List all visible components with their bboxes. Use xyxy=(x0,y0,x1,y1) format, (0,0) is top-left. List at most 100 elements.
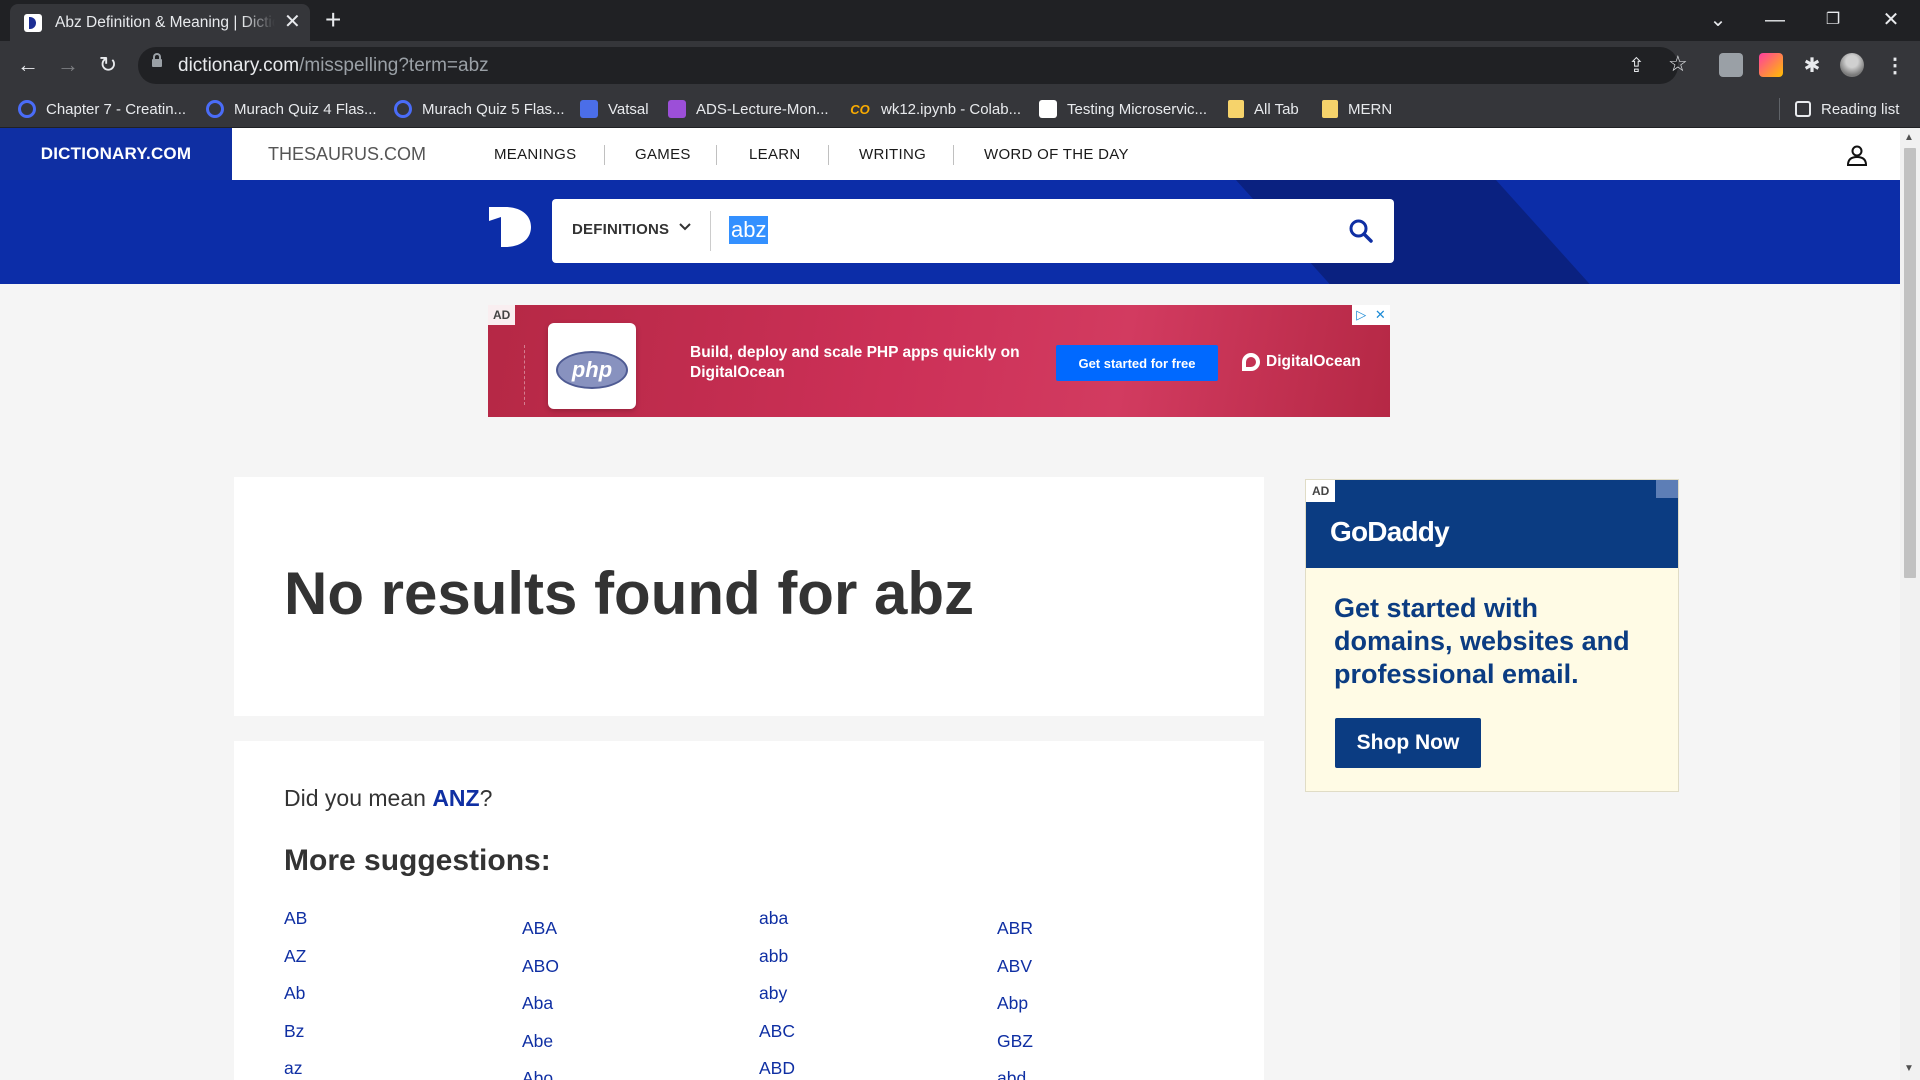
play-icon xyxy=(668,100,686,118)
suggestion-column: ABA ABO Aba Abe Abo xyxy=(522,917,559,1080)
extension-profile-icon[interactable] xyxy=(1719,53,1743,77)
bookmark-item[interactable]: Testing Microservic... xyxy=(1039,99,1207,119)
tab-close-icon[interactable]: ✕ xyxy=(284,12,301,32)
quizlet-icon xyxy=(206,100,224,118)
search-input[interactable]: abz xyxy=(729,216,769,244)
folder-icon xyxy=(1322,100,1338,118)
nav-meanings[interactable]: MEANINGS xyxy=(494,128,576,180)
ad-sidebar-godaddy[interactable]: AD GoDaddy Get started with domains, web… xyxy=(1305,479,1679,792)
searched-term: abz xyxy=(873,560,975,627)
reading-list-button[interactable]: Reading list xyxy=(1795,99,1899,119)
extension-w-icon[interactable] xyxy=(1759,53,1783,77)
tab-search-icon[interactable]: ⌄ xyxy=(1698,6,1738,34)
suggestion-link[interactable]: GBZ xyxy=(997,1030,1033,1068)
suggestion-link[interactable]: az xyxy=(284,1057,307,1080)
nav-divider xyxy=(953,145,954,165)
suggestions-card: Did you mean ANZ? More suggestions: AB A… xyxy=(234,741,1264,1080)
browser-tab[interactable]: Abz Definition & Meaning | Dictionary.co… xyxy=(10,4,310,41)
reading-list-icon xyxy=(1795,101,1811,117)
scroll-thumb[interactable] xyxy=(1904,148,1916,578)
minimize-icon[interactable]: — xyxy=(1755,6,1795,34)
bookmark-item[interactable]: Chapter 7 - Creatin... xyxy=(18,99,186,119)
chevron-down-icon[interactable] xyxy=(678,220,692,234)
godaddy-logo: GoDaddy xyxy=(1330,516,1450,547)
nav-writing[interactable]: WRITING xyxy=(859,128,926,180)
avatar[interactable] xyxy=(1840,53,1864,77)
suggestion-link[interactable]: ABO xyxy=(522,955,559,993)
bookmark-item[interactable]: ADS-Lecture-Mon... xyxy=(668,99,829,119)
tab-title: Abz Definition & Meaning | Dictionary.co… xyxy=(55,14,275,31)
kebab-menu-icon[interactable]: ⋮ xyxy=(1883,53,1907,77)
nav-games[interactable]: GAMES xyxy=(635,128,691,180)
reload-icon[interactable]: ↻ xyxy=(93,51,123,79)
bookmark-item[interactable]: Murach Quiz 5 Flas... xyxy=(394,99,565,119)
share-icon[interactable]: ⇪ xyxy=(1628,53,1645,78)
ad-choices-icon[interactable] xyxy=(1656,480,1678,498)
suggestion-link[interactable]: ABR xyxy=(997,917,1033,955)
lock-icon xyxy=(152,53,162,67)
suggestion-link[interactable]: ABD xyxy=(759,1057,795,1080)
suggestion-link[interactable]: abb xyxy=(759,945,795,983)
dictionary-brand-link[interactable]: DICTIONARY.COM xyxy=(0,128,232,180)
ad-headline: Get started with domains, websites and p… xyxy=(1334,593,1630,689)
suggestion-link[interactable]: ABC xyxy=(759,1020,795,1058)
nav-word-of-the-day[interactable]: WORD OF THE DAY xyxy=(984,128,1129,180)
suggestion-link[interactable]: abd xyxy=(997,1067,1033,1080)
user-account-icon[interactable] xyxy=(1846,144,1868,166)
dictionary-d-logo-icon[interactable] xyxy=(485,203,533,251)
colab-icon: CO xyxy=(850,101,870,117)
suggestion-link[interactable]: Abo xyxy=(522,1067,559,1080)
shop-now-button[interactable]: Shop Now xyxy=(1335,718,1481,768)
ad-choices-icon[interactable]: ▷ ✕ xyxy=(1352,305,1390,325)
browser-toolbar: ← → ↻ dictionary.com/misspelling?term=ab… xyxy=(0,41,1920,90)
suggestion-link[interactable]: Abe xyxy=(522,1030,559,1068)
search-icon[interactable] xyxy=(1348,218,1374,244)
suggestion-link[interactable]: AB xyxy=(284,907,307,945)
suggestion-link[interactable]: Ab xyxy=(284,982,307,1020)
suggestion-link[interactable]: Aba xyxy=(522,992,559,1030)
nav-divider xyxy=(828,145,829,165)
nav-divider xyxy=(716,145,717,165)
url-text[interactable]: dictionary.com/misspelling?term=abz xyxy=(178,55,489,77)
suggestion-link[interactable]: AZ xyxy=(284,945,307,983)
quizlet-icon xyxy=(18,100,36,118)
bookmark-folder[interactable]: All Tab xyxy=(1228,99,1299,119)
address-bar[interactable]: dictionary.com/misspelling?term=abz ⇪ ☆ xyxy=(138,47,1688,84)
bookmark-item[interactable]: Murach Quiz 4 Flas... xyxy=(206,99,377,119)
did-you-mean: Did you mean ANZ? xyxy=(284,785,493,811)
new-tab-button[interactable]: + xyxy=(325,6,341,34)
php-logo-icon: php xyxy=(556,351,628,389)
back-arrow-icon[interactable]: ← xyxy=(13,51,43,79)
bookmark-folder[interactable]: MERN xyxy=(1322,99,1392,119)
suggestion-column: ABR ABV Abp GBZ abd xyxy=(997,917,1033,1080)
bookmark-star-icon[interactable]: ☆ xyxy=(1668,51,1688,77)
bookmark-item[interactable]: CO wk12.ipynb - Colab... xyxy=(849,99,1021,119)
forward-arrow-icon[interactable]: → xyxy=(53,51,83,79)
ad-side-header: AD GoDaddy xyxy=(1306,480,1678,568)
search-divider xyxy=(710,211,711,251)
no-results-heading: No results found for abz xyxy=(284,560,975,627)
suggestion-link[interactable]: Abp xyxy=(997,992,1033,1030)
ad-banner-digitalocean[interactable]: AD ▷ ✕ php Build, deploy and scale PHP ap… xyxy=(488,305,1390,417)
dictionary-favicon-icon xyxy=(24,14,42,32)
did-you-mean-link[interactable]: ANZ xyxy=(432,785,479,811)
ad-badge: AD xyxy=(488,305,516,325)
suggestion-link[interactable]: aby xyxy=(759,982,795,1020)
suggestion-link[interactable]: Bz xyxy=(284,1020,307,1058)
scroll-up-arrow-icon[interactable]: ▲ xyxy=(1904,132,1914,143)
thesaurus-link[interactable]: THESAURUS.COM xyxy=(232,128,462,180)
suggestion-link[interactable]: ABV xyxy=(997,955,1033,993)
restore-icon[interactable]: ❐ xyxy=(1813,6,1853,34)
search-category-dropdown[interactable]: DEFINITIONS xyxy=(572,221,669,238)
page-scrollbar[interactable]: ▲ ▼ xyxy=(1900,128,1920,1080)
bookmark-item[interactable]: Vatsal xyxy=(580,99,649,119)
puzzle-icon[interactable]: ✱ xyxy=(1800,53,1824,77)
digitalocean-logo-icon xyxy=(1242,353,1260,371)
suggestion-link[interactable]: ABA xyxy=(522,917,559,955)
ad-cta-button[interactable]: Get started for free xyxy=(1056,345,1218,381)
ad-text: Build, deploy and scale PHP apps quickly… xyxy=(690,344,1020,381)
suggestion-link[interactable]: aba xyxy=(759,907,795,945)
window-close-icon[interactable]: ✕ xyxy=(1871,6,1911,34)
scroll-down-arrow-icon[interactable]: ▼ xyxy=(1904,1063,1914,1074)
nav-learn[interactable]: LEARN xyxy=(749,128,801,180)
